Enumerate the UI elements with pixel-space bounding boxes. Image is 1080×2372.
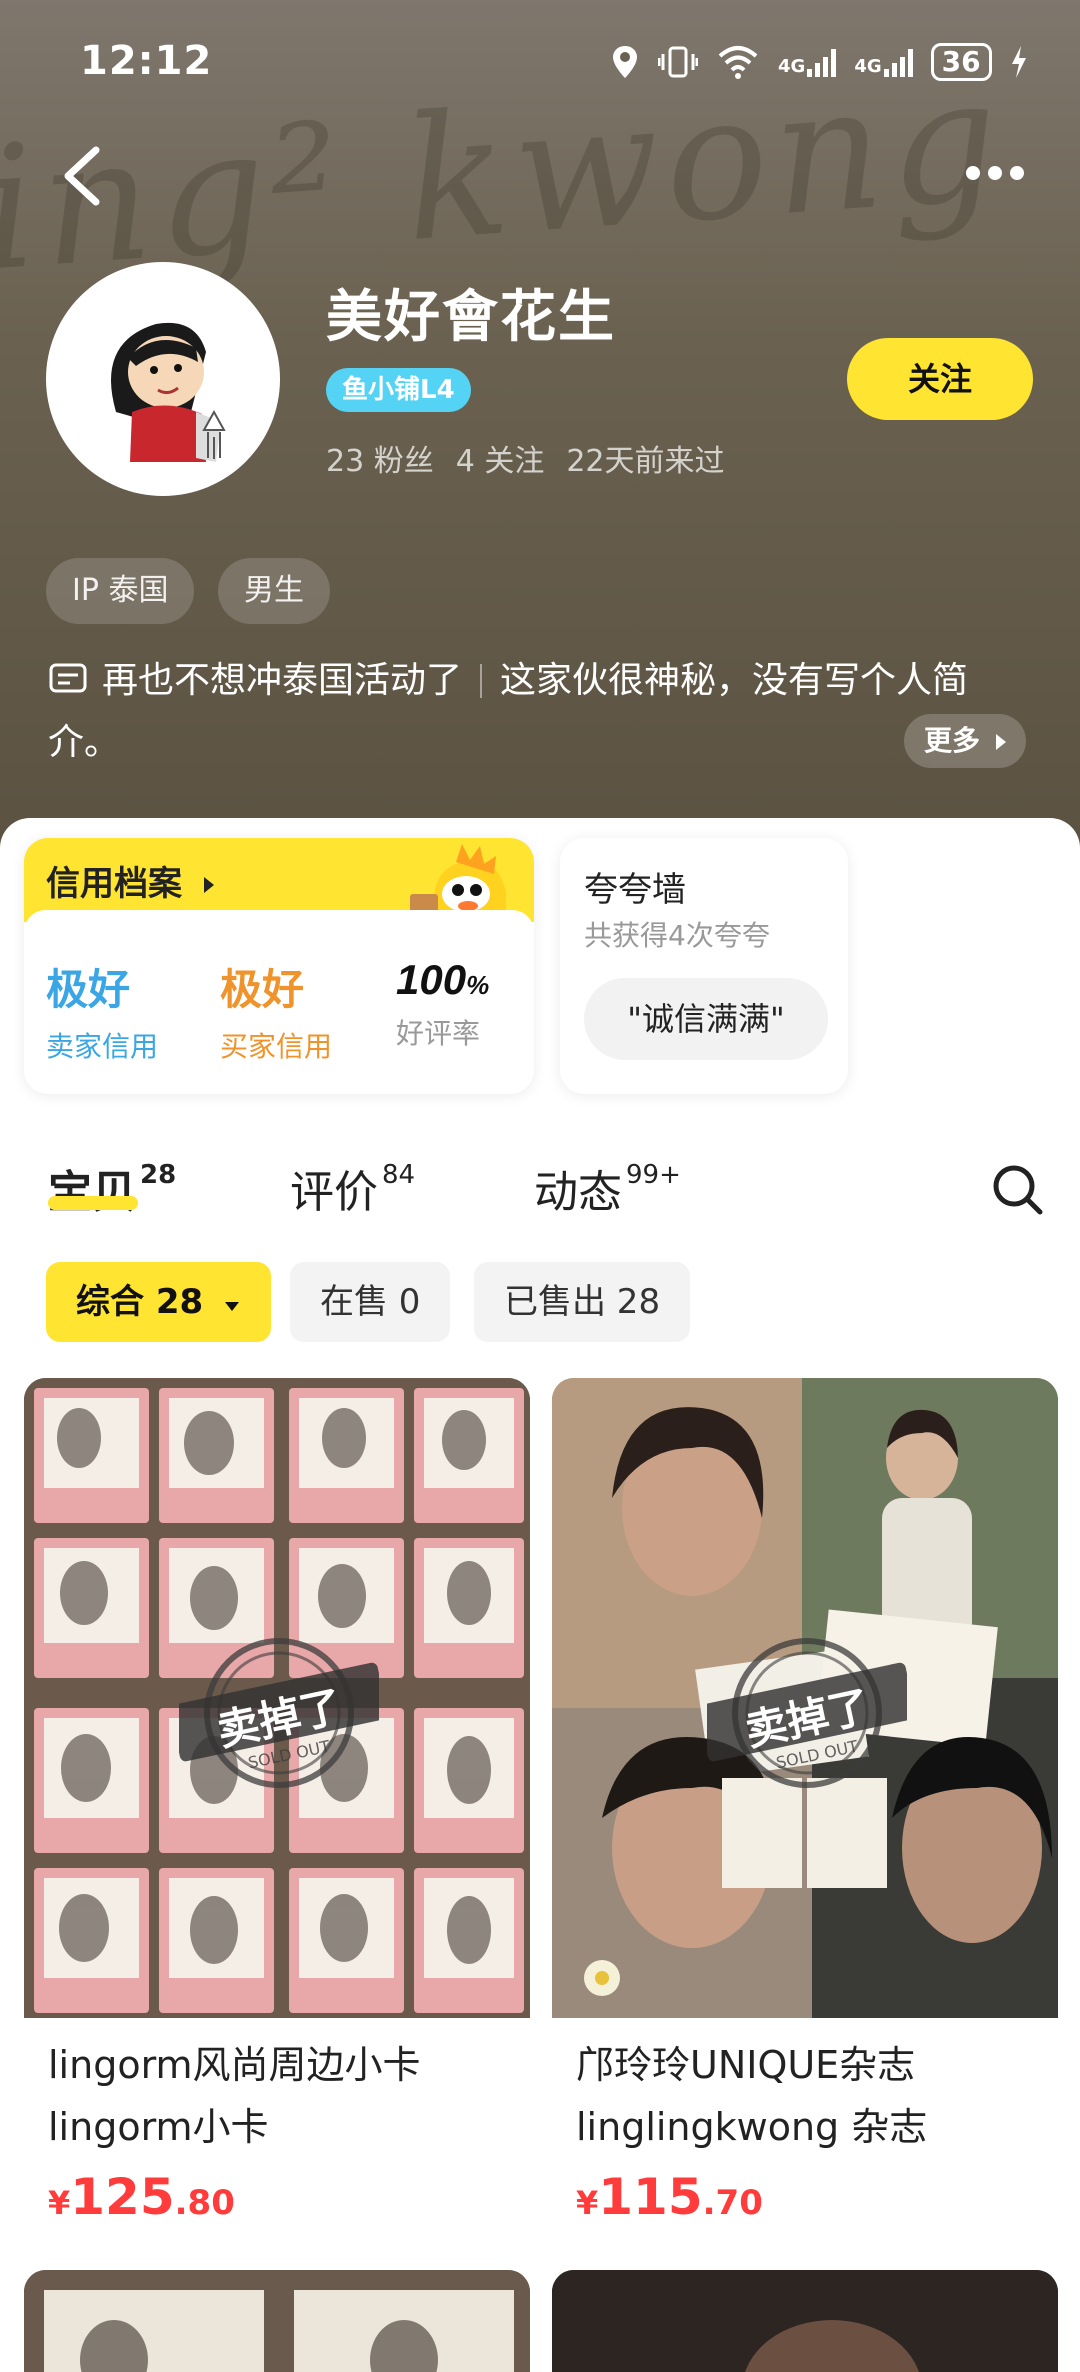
seller-credit-label: 卖家信用	[46, 1030, 159, 1063]
caret-down-icon	[225, 1302, 239, 1311]
praise-wall-title: 夸夸墙	[584, 870, 686, 910]
wifi-icon	[718, 46, 758, 79]
triangle-right-icon	[203, 877, 214, 893]
signal-4g-2: 4G	[854, 47, 913, 77]
product-title: lingorm风尚周边小卡 lingorm小卡	[48, 2043, 421, 2149]
bio-more-label: 更多	[924, 724, 981, 757]
product-price: ¥125.80	[48, 2168, 235, 2226]
chevron-left-icon	[64, 146, 100, 206]
filter-sold[interactable]: 已售出 28	[474, 1262, 691, 1342]
last-seen: 22天前来过	[566, 444, 725, 479]
positive-rate-unit: %	[466, 970, 490, 1000]
following-count[interactable]: 4 关注	[456, 436, 545, 480]
follow-button[interactable]: 关注	[847, 338, 1033, 420]
product-image-partial	[24, 2270, 530, 2372]
positive-rate-label: 好评率	[396, 1017, 481, 1050]
fans-count[interactable]: 23 粉丝	[326, 436, 434, 480]
shop-level-badge[interactable]: 鱼小铺L4	[326, 368, 471, 412]
sold-out-stamp: 卖掉了 SOLD OUT	[170, 1633, 388, 1793]
avatar[interactable]	[46, 262, 280, 496]
product-card-partial[interactable]	[24, 2270, 530, 2372]
product-card[interactable]: 卖掉了 SOLD OUT lingorm风尚周边小卡 lingorm小卡 ¥12…	[24, 1378, 530, 2248]
cartoon-avatar-icon	[111, 322, 226, 462]
signal-4g-1: 4G	[778, 47, 837, 77]
product-card[interactable]: 卖掉了 SOLD OUT 邝玲玲UNIQUE杂志 linglingkwong 杂…	[552, 1378, 1058, 2248]
buyer-credit-label: 买家信用	[220, 1030, 333, 1063]
positive-rate: 100% 好评率	[396, 956, 489, 1052]
positive-rate-value: 100	[396, 956, 467, 1003]
tab-items[interactable]: 宝贝 28	[48, 1156, 176, 1220]
more-options-button[interactable]	[966, 158, 1030, 188]
back-button[interactable]	[56, 140, 116, 210]
battery-indicator: 36	[930, 43, 992, 81]
credit-profile-card[interactable]: 信用档案 极好 卖家信用 极好 买家信用 100% 好评率	[24, 838, 534, 1094]
seller-credit-value: 极好	[46, 965, 131, 1014]
credit-title: 信用档案	[46, 856, 216, 905]
praise-chip[interactable]: "诚信满满"	[584, 978, 828, 1060]
search-button[interactable]	[990, 1162, 1046, 1218]
charging-icon	[1011, 46, 1026, 78]
buyer-credit-value: 极好	[220, 965, 305, 1014]
filter-on-sale[interactable]: 在售 0	[290, 1262, 451, 1342]
product-image: 卖掉了 SOLD OUT	[552, 1378, 1058, 2018]
content-tabs: 宝贝 28 评价 84 动态 99+	[0, 1150, 1080, 1230]
buyer-credit: 极好 买家信用	[220, 956, 332, 1065]
filter-all[interactable]: 综合 28	[46, 1262, 271, 1342]
vibrate-icon	[658, 46, 698, 78]
status-icons: 4G 4G 36	[610, 40, 1028, 84]
profile-bio: 再也不想冲泰国活动了 这家伙很神秘，没有写个人简介。	[48, 650, 1038, 774]
product-image-partial	[552, 2270, 1058, 2372]
shop-level-label: 鱼小铺L4	[342, 375, 455, 405]
product-card-partial[interactable]	[552, 2270, 1058, 2372]
product-title: 邝玲玲UNIQUE杂志 linglingkwong 杂志	[576, 2043, 928, 2149]
active-tab-indicator	[48, 1196, 138, 1210]
triangle-right-icon	[995, 734, 1006, 750]
search-icon	[993, 1165, 1043, 1215]
seller-credit: 极好 卖家信用	[46, 956, 158, 1065]
bio-icon	[49, 663, 87, 693]
product-image: 卖掉了 SOLD OUT	[24, 1378, 530, 2018]
praise-wall-card[interactable]: 夸夸墙 共获得4次夸夸 "诚信满满"	[560, 838, 848, 1094]
tab-moments[interactable]: 动态 99+	[534, 1156, 681, 1220]
bio-status: 再也不想冲泰国活动了	[102, 660, 463, 701]
profile-name: 美好會花生	[326, 285, 616, 350]
status-bar: 12:12 4G 4G 36	[0, 0, 1080, 120]
bio-more-button[interactable]: 更多	[904, 714, 1026, 768]
tab-reviews[interactable]: 评价 84	[290, 1156, 415, 1220]
sold-out-stamp: 卖掉了 SOLD OUT	[698, 1633, 916, 1793]
location-icon	[613, 46, 637, 78]
status-time: 12:12	[80, 38, 213, 84]
gender-tag: 男生	[218, 558, 330, 624]
ip-location-tag: IP 泰国	[46, 558, 195, 624]
praise-wall-subtitle: 共获得4次夸夸	[584, 919, 770, 952]
product-price: ¥115.70	[576, 2168, 763, 2226]
profile-stats: 23 粉丝 4 关注 22天前来过	[326, 436, 725, 480]
